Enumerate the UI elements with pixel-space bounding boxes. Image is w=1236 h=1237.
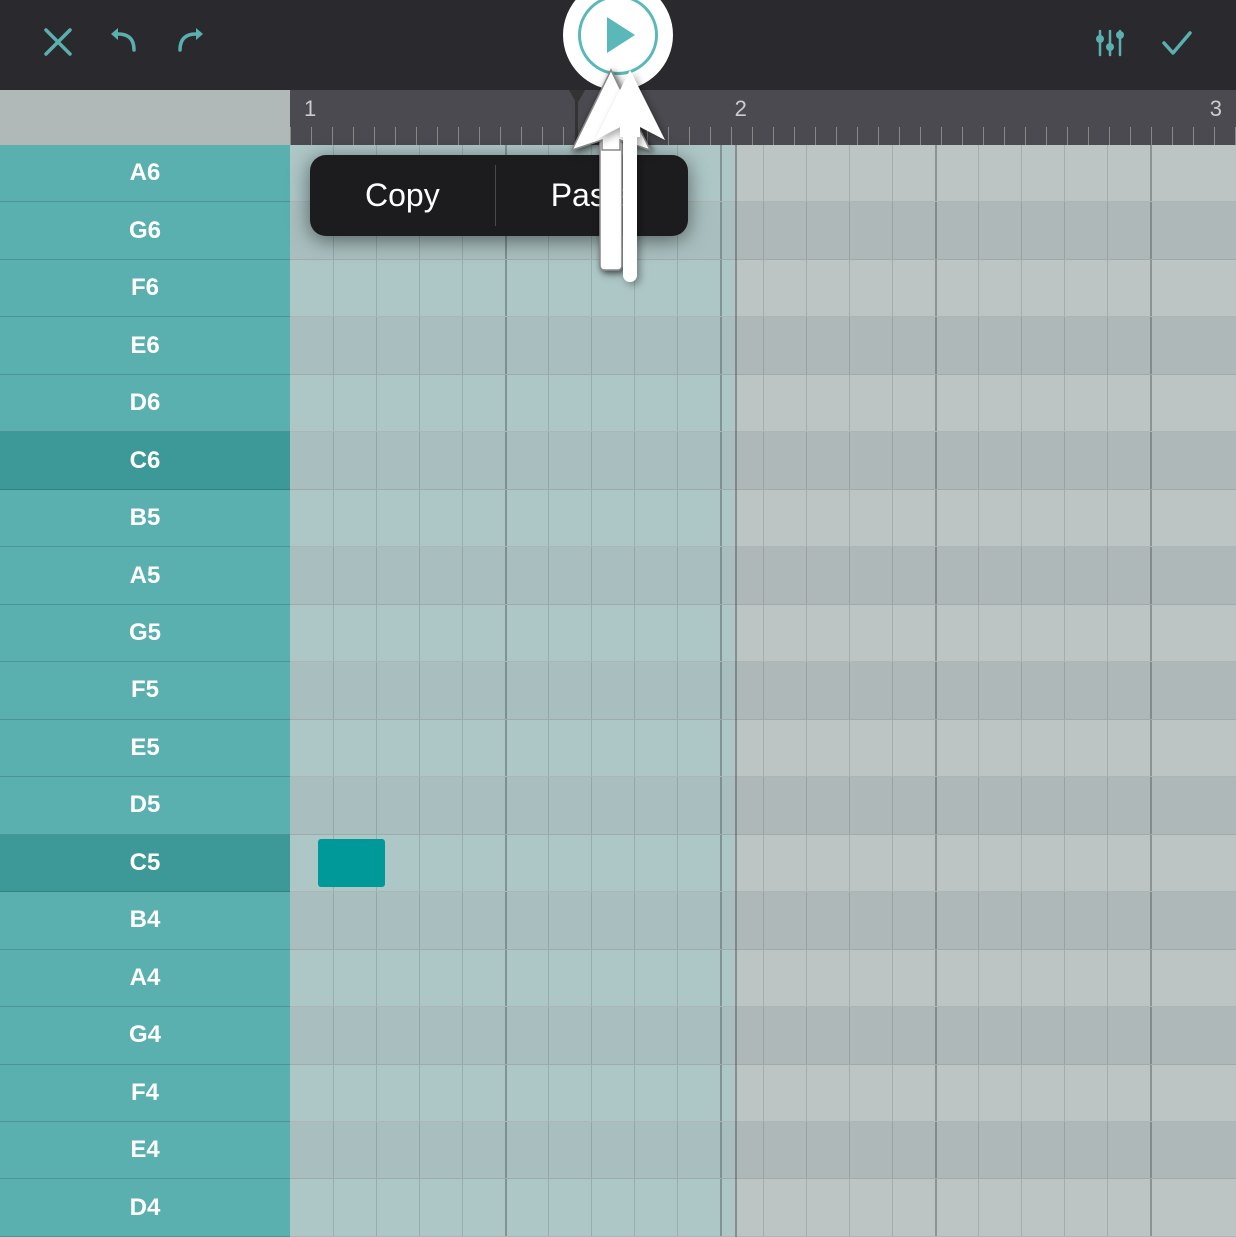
note-label-c5: C5 — [0, 835, 290, 892]
copy-button[interactable]: Copy — [310, 155, 495, 236]
grid-row-a4[interactable] — [290, 950, 1236, 1007]
note-label-g5: G5 — [0, 605, 290, 662]
note-label-d6: D6 — [0, 375, 290, 432]
toolbar-right — [1092, 23, 1196, 68]
note-label-d5: D5 — [0, 777, 290, 834]
playhead-triangle — [569, 90, 585, 104]
context-menu: Copy Paste — [310, 155, 688, 236]
grid-row-a5[interactable] — [290, 547, 1236, 604]
timeline-ruler: 1 2 3 — [290, 90, 1236, 145]
grid-row-c5[interactable] — [290, 835, 1236, 892]
play-icon — [607, 17, 635, 53]
grid-row-g4[interactable] — [290, 1007, 1236, 1064]
close-button[interactable] — [40, 24, 76, 66]
note-label-a4: A4 — [0, 950, 290, 1007]
grid-row-e6[interactable] — [290, 317, 1236, 374]
note-label-e4: E4 — [0, 1122, 290, 1179]
grid-row-e5[interactable] — [290, 720, 1236, 777]
paste-button[interactable]: Paste — [496, 155, 688, 236]
grid-row-f5[interactable] — [290, 662, 1236, 719]
note-label-f4: F4 — [0, 1065, 290, 1122]
playhead — [575, 90, 578, 145]
grid-row-b5[interactable] — [290, 490, 1236, 547]
note-block-c5[interactable] — [318, 839, 384, 887]
play-button[interactable] — [563, 0, 673, 90]
note-label-b5: B5 — [0, 490, 290, 547]
grid-row-d6[interactable] — [290, 375, 1236, 432]
note-label-g4: G4 — [0, 1007, 290, 1064]
note-label-c6: C6 — [0, 432, 290, 489]
toolbar — [0, 0, 1236, 90]
note-labels: A6G6F6E6D6C6B5A5G5F5E5D5C5B4A4G4F4E4D4 — [0, 145, 290, 1237]
grid-row-g5[interactable] — [290, 605, 1236, 662]
ruler-label-3: 3 — [1210, 96, 1222, 122]
note-label-b4: B4 — [0, 892, 290, 949]
toolbar-left — [40, 24, 208, 66]
grid-row-f4[interactable] — [290, 1065, 1236, 1122]
grid-row-b4[interactable] — [290, 892, 1236, 949]
note-label-e6: E6 — [0, 317, 290, 374]
ruler-ticks — [290, 127, 1236, 145]
note-label-a6: A6 — [0, 145, 290, 202]
grid-row-e4[interactable] — [290, 1122, 1236, 1179]
note-label-g6: G6 — [0, 202, 290, 259]
grid-area[interactable] — [290, 145, 1236, 1237]
ruler-label-2: 2 — [735, 96, 747, 122]
play-button-inner — [578, 0, 658, 75]
note-label-d4: D4 — [0, 1179, 290, 1236]
redo-button[interactable] — [172, 24, 208, 66]
grid-row-d5[interactable] — [290, 777, 1236, 834]
grid-row-f6[interactable] — [290, 260, 1236, 317]
done-button[interactable] — [1158, 23, 1196, 68]
note-label-f5: F5 — [0, 662, 290, 719]
undo-button[interactable] — [106, 24, 142, 66]
note-label-a5: A5 — [0, 547, 290, 604]
grid-row-d4[interactable] — [290, 1179, 1236, 1236]
note-label-e5: E5 — [0, 720, 290, 777]
grid-row-c6[interactable] — [290, 432, 1236, 489]
note-label-f6: F6 — [0, 260, 290, 317]
piano-roll: A6G6F6E6D6C6B5A5G5F5E5D5C5B4A4G4F4E4D4 — [0, 145, 1236, 1237]
mixer-button[interactable] — [1092, 25, 1128, 66]
ruler-label-1: 1 — [304, 96, 316, 122]
